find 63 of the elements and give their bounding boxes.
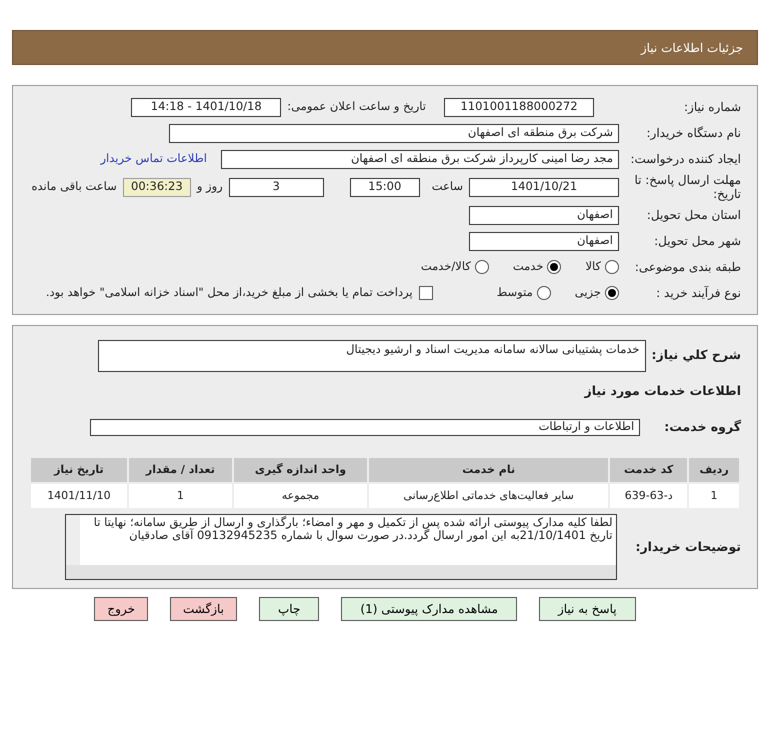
field-label: ایجاد کننده درخواست: bbox=[629, 151, 741, 168]
field-label: شرح کلي نياز: bbox=[652, 346, 741, 364]
requester-field: مجد رضا امینی کارپرداز شرکت برق منطقه ای اصفهان bbox=[221, 150, 619, 168]
action-button[interactable]: خروج bbox=[94, 597, 148, 621]
field-label: روز و bbox=[196, 178, 223, 196]
city-field: اصفهان bbox=[469, 232, 619, 250]
section-title: اطلاعات خدمات مورد نیاز bbox=[584, 382, 741, 400]
days-field: 3 bbox=[228, 178, 324, 196]
field-label: طبقه بندی موضوعی: bbox=[634, 259, 741, 276]
notes-text: لطفا کلیه مدارک پیوستی ارائه شده پس از تکمیل و مهر و امضاء؛ بارگذاری و ارسال از طریق سامانه؛ نهایتا تا تاریخ 21/10/1401به این امور ارسال گردد.در صورت سوال با شماره 09132945235 آقای صادقیان bbox=[92, 515, 614, 544]
option-label: متوسط bbox=[496, 284, 533, 302]
field-label: مهلت ارسال پاسخ: تا تاریخ: bbox=[633, 172, 741, 202]
column-header: تعداد / مقدار bbox=[128, 458, 232, 482]
field-label: نام دستگاه خریدار: bbox=[646, 125, 741, 142]
checkbox[interactable] bbox=[418, 286, 433, 300]
radio-button[interactable] bbox=[605, 286, 619, 300]
action-button[interactable]: بازگشت bbox=[170, 597, 237, 621]
summary-field: خدمات پشتیبانی سالانه سامانه مدیریت اسناد و ارشیو دیجیتال bbox=[98, 340, 646, 372]
remaining-time-field: 00:36:23 bbox=[122, 178, 191, 196]
deadline-date-field: 1401/10/21 bbox=[469, 178, 619, 196]
deadline-time-field: 15:00 bbox=[350, 178, 420, 196]
field-label: ساعت bbox=[432, 178, 463, 196]
announce-date-field: 1401/10/18 - 14:18 bbox=[131, 98, 282, 116]
field-label: گروه خدمت: bbox=[664, 418, 741, 436]
notes-textarea[interactable]: لطفا کلیه مدارک پیوستی ارائه شده پس از تکمیل و مهر و امضاء؛ بارگذاری و ارسال از طریق سامانه؛ نهایتا تا تاریخ 21/10/1401به این امور ارسال گردد.در صورت سوال با شماره 09132945235 آقای صادقیان bbox=[65, 514, 618, 580]
table-cell: 1401/11/10 bbox=[31, 484, 127, 508]
field-label: نوع فرآیند خرید : bbox=[655, 285, 741, 302]
option-label: کالا/خدمت bbox=[420, 258, 471, 276]
column-header: نام خدمت bbox=[369, 458, 608, 482]
table-cell: مجموعه bbox=[234, 484, 368, 508]
column-header: ردیف bbox=[689, 458, 739, 482]
page-title: جزئیات اطلاعات نیاز bbox=[640, 40, 743, 56]
table-cell: 1 bbox=[128, 484, 232, 508]
radio-button[interactable] bbox=[474, 260, 489, 274]
table-cell: د-63-639 bbox=[610, 484, 688, 508]
column-header: تاریخ نیاز bbox=[31, 458, 127, 482]
radio-button[interactable] bbox=[547, 260, 562, 274]
field-label: شماره نیاز: bbox=[683, 99, 741, 116]
payment-note: پرداخت تمام یا بخشی از مبلغ خرید،از محل "اسناد خزانه اسلامی" خواهد بود. bbox=[46, 284, 413, 302]
radio-button[interactable] bbox=[536, 286, 551, 300]
need-number-field: 1101001188000272 bbox=[444, 98, 594, 116]
table-cell: 1 bbox=[689, 484, 739, 508]
scrollbar[interactable] bbox=[66, 515, 80, 565]
column-header: واحد اندازه گیری bbox=[234, 458, 368, 482]
field-label: استان محل تحویل: bbox=[646, 207, 741, 224]
buyer-org-field: شرکت برق منطقه ای اصفهان bbox=[169, 124, 619, 142]
option-label: جزیی bbox=[574, 284, 601, 302]
field-label: تاریخ و ساعت اعلان عمومی: bbox=[287, 98, 426, 116]
scrollbar[interactable] bbox=[66, 565, 616, 579]
contact-link[interactable]: اطلاعات تماس خریدار bbox=[100, 150, 207, 168]
field-label: ساعت باقی مانده bbox=[32, 178, 117, 196]
action-button[interactable]: پاسخ به نیاز bbox=[538, 597, 636, 621]
option-label: کالا bbox=[585, 258, 601, 276]
radio-button[interactable] bbox=[605, 260, 619, 274]
field-label: شهر محل تحویل: bbox=[653, 233, 741, 250]
table-cell: سایر فعالیت‌های خدماتی اطلاع‌رسانی bbox=[369, 484, 608, 508]
action-button[interactable]: مشاهده مدارک پیوستی (1) bbox=[341, 597, 517, 621]
action-button[interactable]: چاپ bbox=[259, 597, 320, 621]
column-header: کد خدمت bbox=[610, 458, 688, 482]
service-group-field: اطلاعات و ارتباطات bbox=[90, 418, 640, 436]
option-label: خدمت bbox=[512, 258, 544, 276]
field-label: توضیحات خریدار: bbox=[635, 538, 741, 556]
province-field: اصفهان bbox=[469, 206, 619, 224]
